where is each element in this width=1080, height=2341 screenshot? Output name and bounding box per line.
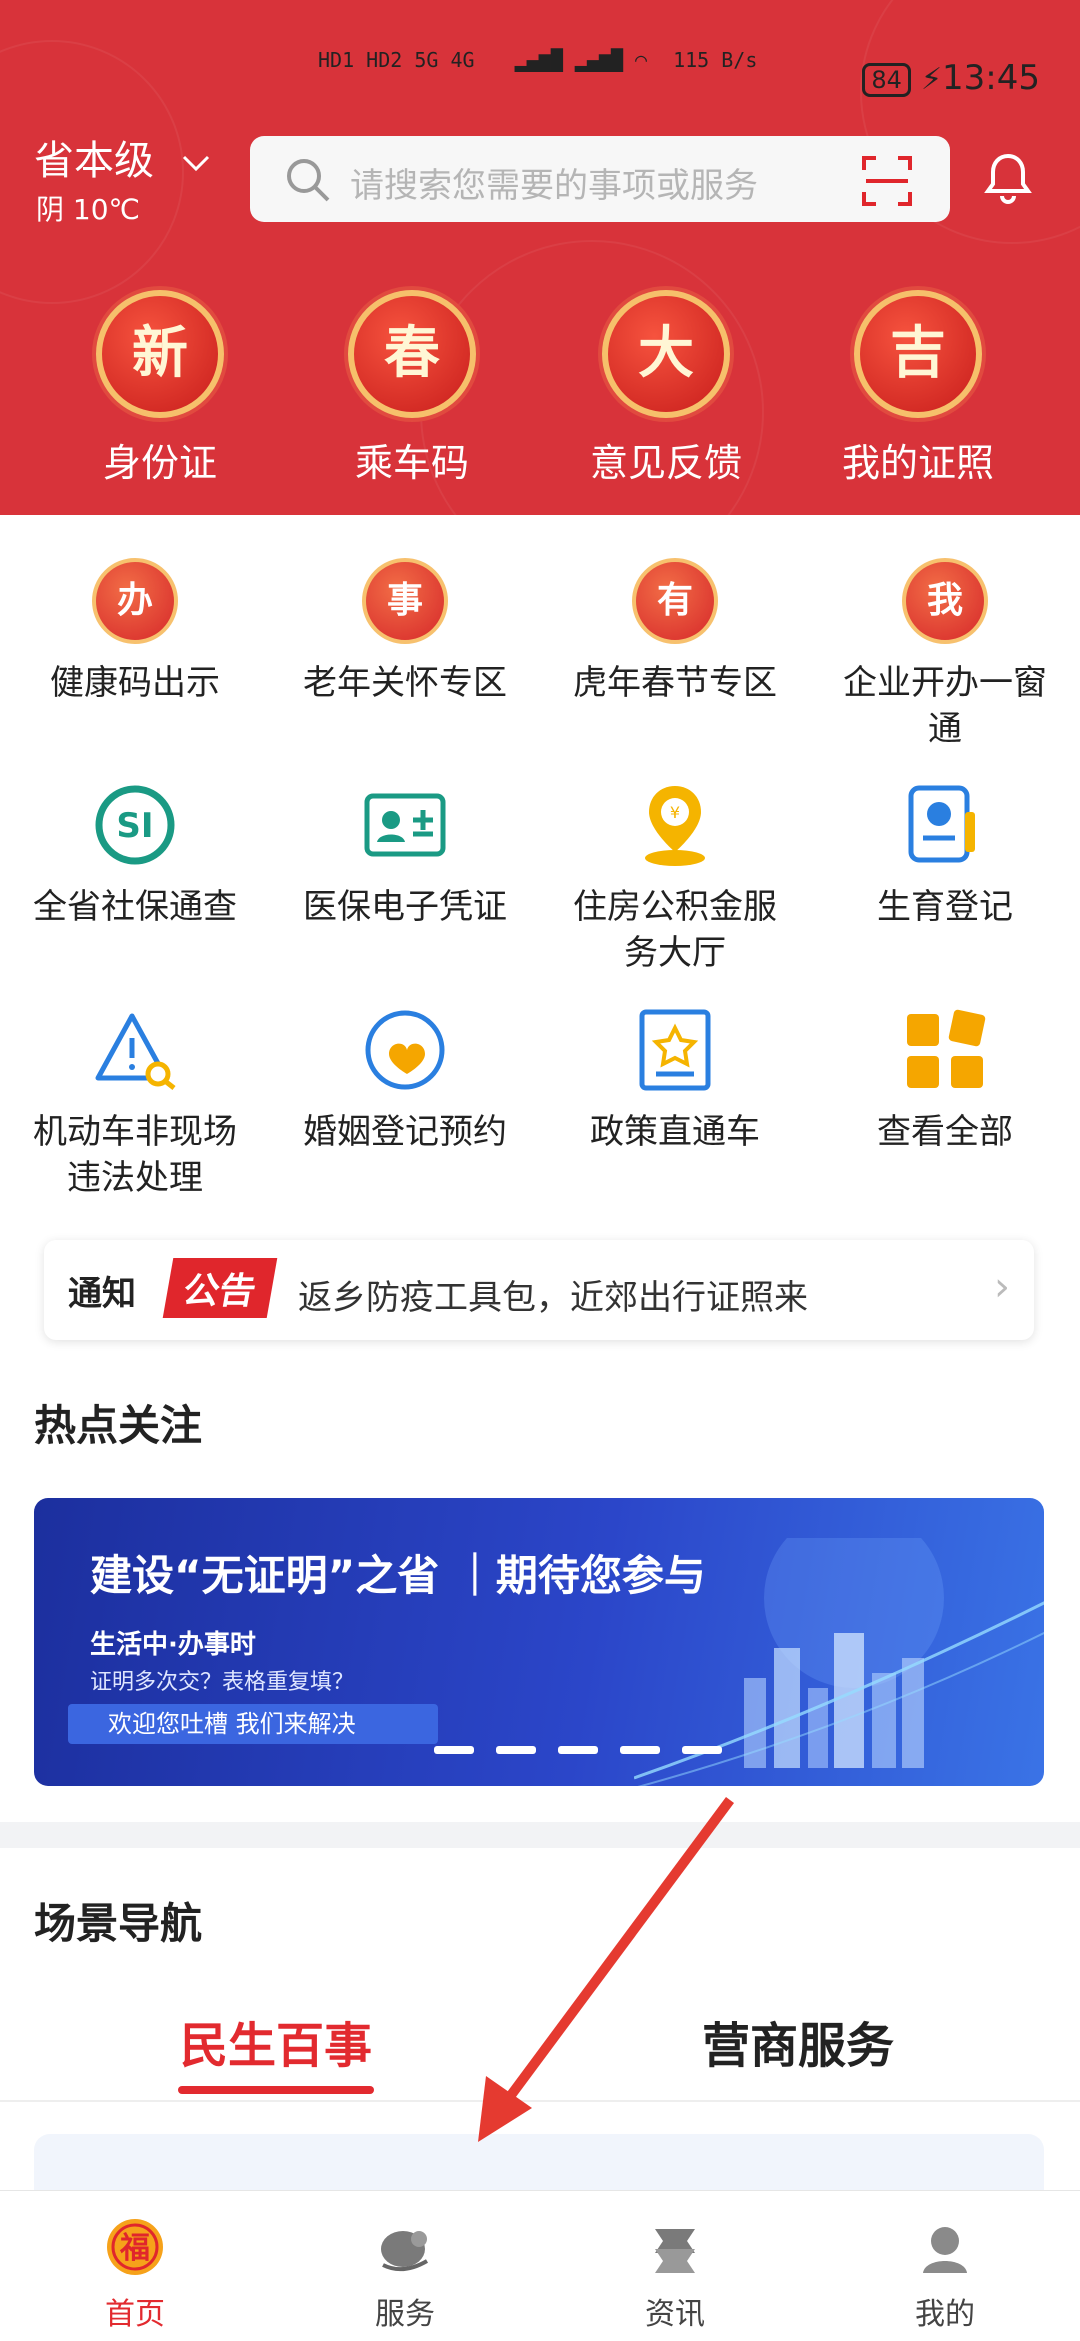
chevron-right-icon: › [994,1264,1010,1310]
section-divider [0,1822,1080,1848]
service-label: 老年关怀专区 [303,663,507,703]
notice-tag: 通知 [68,1274,136,1314]
medical-insurance-card-icon [364,793,446,857]
nav-label: 资讯 [645,2297,705,2332]
social-security-icon: SI [95,785,175,865]
notice-text: 返乡防疫工具包，近郊出行证照来 [298,1278,808,1318]
notice-bar[interactable]: 通知 公告 返乡防疫工具包，近郊出行证照来 › [44,1240,1034,1340]
service-label: 全省社保通查 [33,887,237,927]
marriage-registration-icon [365,1010,445,1090]
service-label: 住房公积金服务大厅 [573,887,777,973]
service-marriage-registration[interactable]: 婚姻登记预约 [270,1005,540,1155]
service-medical-card[interactable]: 医保电子凭证 [270,780,540,930]
banner-button[interactable]: 欢迎您吐槽 我们来解决 [68,1704,438,1744]
festive-badge-icon: 大 [602,290,730,418]
service-label: 婚姻登记预约 [303,1112,507,1152]
service-label: 政策直通车 [590,1112,760,1152]
service-label: 生育登记 [877,887,1013,927]
svg-text:¥: ¥ [670,803,680,822]
nav-label: 首页 [105,2297,165,2332]
quick-action-feedback[interactable]: 大 意见反馈 [576,290,756,487]
service-spring-festival[interactable]: 有 虎年春节专区 [540,556,810,706]
tab-livelihood[interactable]: 民生百事 [180,2006,372,2076]
service-elderly-care[interactable]: 事 老年关怀专区 [270,556,540,706]
festive-badge-icon: 新 [96,290,224,418]
quick-action-label: 身份证 [102,441,217,485]
quick-action-label: 乘车码 [354,441,469,485]
carousel-indicator [434,1746,722,1754]
search-bar[interactable]: 请搜索您需要的事项或服务 [250,136,950,222]
service-label: 健康码出示 [50,663,220,703]
scene-section-title: 场景导航 [34,1899,203,1948]
svg-text:SI: SI [116,806,153,846]
elderly-care-icon: 事 [362,558,448,644]
view-all-icon [907,1009,986,1088]
quick-action-ride-code[interactable]: 春 乘车码 [322,290,502,487]
home-icon: 福 [107,2219,163,2275]
banner-subtitle: 生活中·办事时 [90,1630,256,1660]
spring-festival-icon: 有 [632,558,718,644]
status-signals: HD1 HD2 5G 4G ▂▄▆█ ▂▄▆█ ◠ 115 B/s [318,48,758,72]
festive-badge-icon: 春 [348,290,476,418]
promo-banner[interactable]: 建设“无证明”之省 ｜期待您参与 生活中·办事时 证明多次交？表格重复填？ 欢迎… [34,1498,1044,1786]
service-birth-registration[interactable]: 生育登记 [810,780,1080,930]
nav-label: 服务 [375,2297,435,2332]
nav-mine[interactable]: 我的 [810,2215,1080,2333]
nav-label: 我的 [915,2297,975,2332]
network-speed: 115 B/s [673,48,758,72]
scan-icon[interactable] [860,154,914,208]
status-right: 84 ⚡13:45 [862,58,1040,98]
hot-section-title: 热点关注 [34,1401,203,1450]
region-selector[interactable]: 省本级 [34,128,211,186]
service-label: 虎年春节专区 [573,663,777,703]
battery-indicator: 84 [862,62,911,97]
housing-fund-icon: ¥ [645,786,705,866]
svg-text:福: 福 [119,2231,150,2266]
search-icon [287,159,330,202]
service-housing-fund[interactable]: ¥ 住房公积金服务大厅 [540,780,810,976]
weather-info: 阴 10℃ [36,193,140,226]
quick-action-id-card[interactable]: 新 身份证 [70,290,250,487]
health-code-icon: 办 [92,558,178,644]
bottom-navigation: 福 首页 服务 资讯 我的 [0,2190,1080,2341]
search-placeholder: 请搜索您需要的事项或服务 [350,166,758,206]
clock: 13:45 [942,58,1040,98]
region-label: 省本级 [34,138,154,184]
service-policy-express[interactable]: 政策直通车 [540,1005,810,1155]
service-social-security[interactable]: SI 全省社保通查 [0,780,270,930]
active-tab-indicator [178,2086,374,2094]
banner-line: 证明多次交？表格重复填？ [90,1670,355,1695]
service-label: 企业开办一窗通 [843,663,1047,749]
service-health-code[interactable]: 办 健康码出示 [0,556,270,706]
service-label: 机动车非现场违法处理 [33,1112,237,1198]
birth-registration-icon [908,785,975,863]
bell-icon[interactable] [980,150,1036,206]
quick-action-label: 意见反馈 [589,441,742,485]
tab-business[interactable]: 营商服务 [702,2006,894,2076]
service-view-all[interactable]: 查看全部 [810,1005,1080,1155]
service-traffic-violation[interactable]: 机动车非现场违法处理 [0,1005,270,1201]
nav-services[interactable]: 服务 [270,2215,540,2333]
service-enterprise[interactable]: 我 企业开办一窗通 [810,556,1080,752]
quick-action-label: 我的证照 [841,441,994,485]
quick-action-my-licenses[interactable]: 吉 我的证照 [828,290,1008,487]
news-icon [655,2229,695,2273]
traffic-violation-icon [95,1013,176,1090]
tab-divider [0,2100,1080,2102]
announcement-tag: 公告 [162,1258,278,1318]
policy-express-icon [639,1009,711,1091]
nav-home[interactable]: 福 首页 [0,2215,270,2333]
chevron-down-icon [182,155,209,172]
festive-badge-icon: 吉 [854,290,982,418]
banner-title: 建设“无证明”之省 ｜期待您参与 [90,1551,706,1600]
enterprise-icon: 我 [902,558,988,644]
profile-icon [923,2227,967,2273]
service-label: 医保电子凭证 [303,887,507,927]
service-label: 查看全部 [877,1112,1013,1152]
services-icon [381,2231,429,2272]
nav-news[interactable]: 资讯 [540,2215,810,2333]
